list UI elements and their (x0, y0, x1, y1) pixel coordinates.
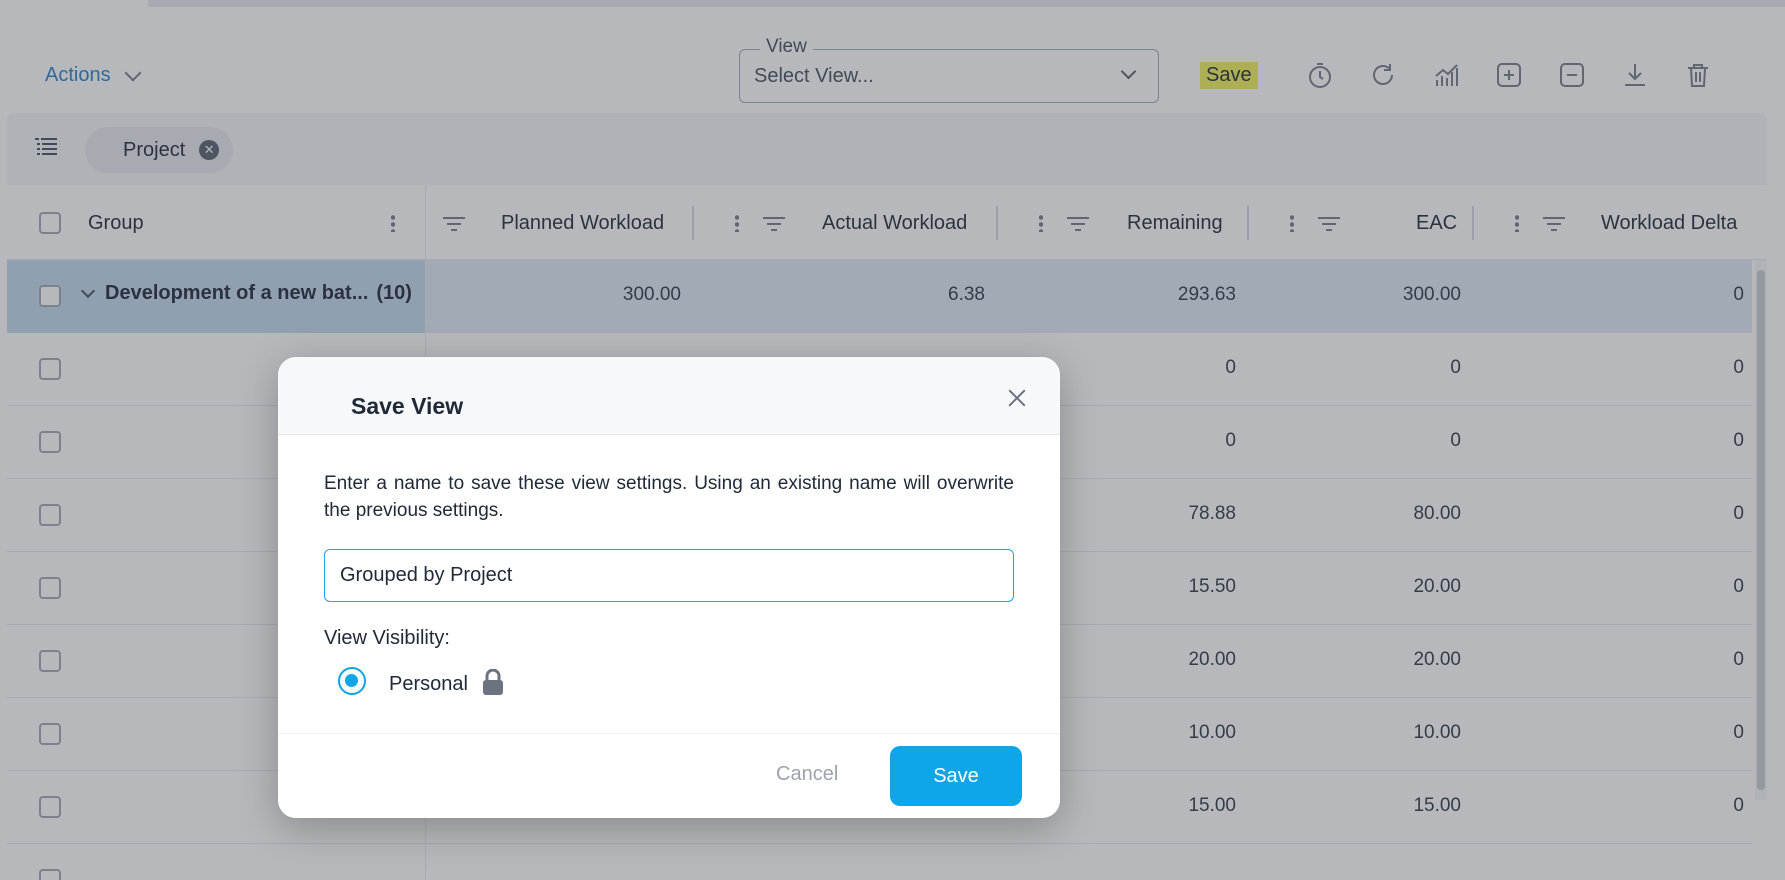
view-name-input[interactable] (324, 549, 1014, 602)
dialog-title: Save View (351, 393, 464, 419)
save-button[interactable]: Save (890, 746, 1022, 806)
dialog-description: Enter a name to save these view settings… (324, 473, 1014, 521)
personal-radio-label[interactable]: Personal (389, 673, 468, 696)
visibility-label: View Visibility: (324, 627, 450, 649)
cancel-button[interactable]: Cancel (776, 763, 838, 786)
personal-radio[interactable] (338, 667, 366, 695)
close-icon[interactable] (1006, 387, 1028, 409)
save-view-dialog: Save View Enter a name to save these vie… (278, 357, 1060, 818)
lock-icon (482, 668, 504, 695)
dialog-footer: Cancel Save (278, 733, 1060, 818)
dialog-header: Save View (278, 357, 1060, 435)
